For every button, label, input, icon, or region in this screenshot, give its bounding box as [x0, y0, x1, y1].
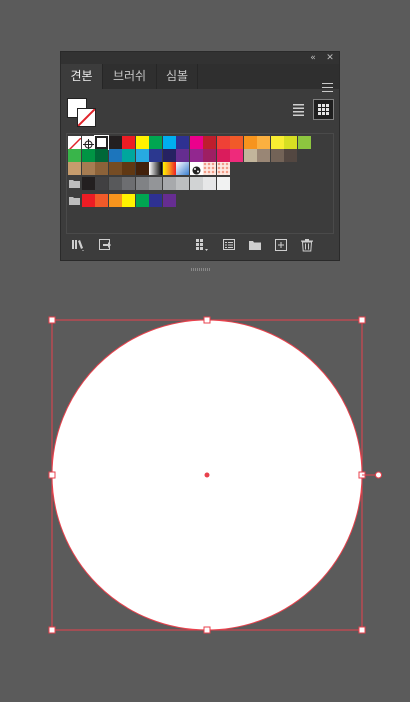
resize-handle[interactable]: [203, 316, 211, 324]
resize-handle[interactable]: [48, 316, 56, 324]
resize-handle[interactable]: [48, 626, 56, 634]
resize-handle[interactable]: [358, 316, 366, 324]
artboard-canvas: [48, 316, 382, 634]
resize-handle[interactable]: [203, 626, 211, 634]
resize-handle[interactable]: [48, 471, 56, 479]
center-point: [204, 472, 210, 478]
rotate-handle[interactable]: [375, 471, 382, 479]
resize-handle[interactable]: [358, 626, 366, 634]
